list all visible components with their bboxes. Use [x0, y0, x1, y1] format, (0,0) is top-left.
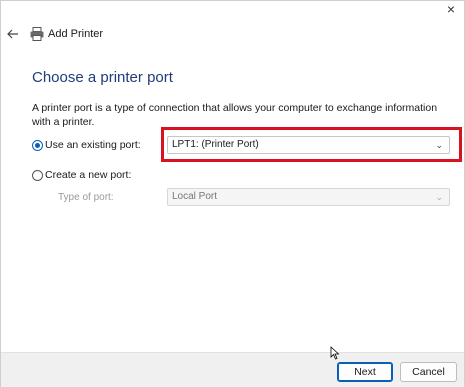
cancel-button[interactable]: Cancel: [400, 362, 457, 382]
page-description: A printer port is a type of connection t…: [32, 102, 438, 128]
add-printer-dialog: × Add Printer Choose a printer port A pr…: [0, 0, 465, 387]
chevron-down-icon: ⌄: [435, 192, 443, 202]
window-title: Add Printer: [48, 28, 104, 40]
highlight-annotation: [161, 127, 462, 162]
port-type-select: Local Port ⌄: [167, 188, 450, 206]
next-button[interactable]: Next: [337, 362, 393, 382]
page-heading: Choose a printer port: [32, 69, 173, 86]
use-existing-port-radio[interactable]: [32, 140, 43, 151]
use-existing-port-label[interactable]: Use an existing port:: [45, 139, 141, 151]
create-new-port-label[interactable]: Create a new port:: [45, 169, 131, 181]
close-icon: ×: [446, 1, 456, 17]
mouse-cursor-icon: [330, 346, 340, 360]
create-new-port-radio[interactable]: [32, 170, 43, 181]
type-of-port-label: Type of port:: [58, 192, 114, 203]
close-button[interactable]: ×: [439, 1, 463, 19]
dialog-footer: Next Cancel: [1, 352, 464, 387]
port-type-value: Local Port: [172, 191, 218, 202]
printer-icon: [30, 27, 44, 41]
back-arrow-icon: [7, 29, 18, 39]
back-button[interactable]: [6, 27, 20, 41]
